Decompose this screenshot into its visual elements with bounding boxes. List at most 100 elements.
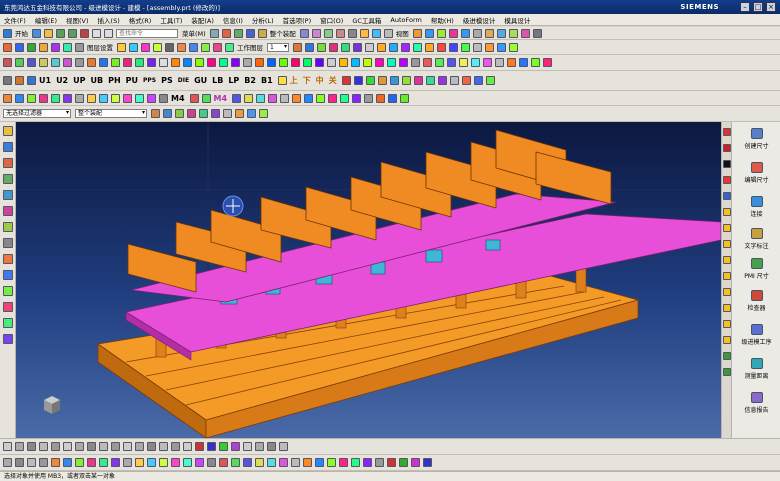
right-item-8[interactable]: 信息报告 bbox=[732, 392, 780, 414]
tree-view-icon[interactable] bbox=[485, 76, 495, 85]
bottom-mirror-icon[interactable] bbox=[111, 442, 120, 451]
bottom2-icon-17[interactable] bbox=[195, 458, 204, 467]
deselect-icon[interactable] bbox=[175, 109, 184, 118]
tab-strip-icon-15[interactable] bbox=[723, 352, 731, 360]
layer-settings-label[interactable]: 图层设置 bbox=[87, 42, 113, 52]
thread-icon[interactable] bbox=[213, 42, 222, 52]
export-icon[interactable] bbox=[497, 42, 506, 52]
bottom-circle-icon[interactable] bbox=[3, 442, 12, 451]
stamp-icon[interactable] bbox=[293, 42, 302, 52]
bottom2-icon-24[interactable] bbox=[279, 458, 288, 467]
right-item-2[interactable]: 连接 bbox=[732, 196, 780, 218]
bottom-spline-icon[interactable] bbox=[183, 442, 192, 451]
sketch-icon[interactable] bbox=[3, 42, 12, 52]
extrude-icon[interactable] bbox=[299, 28, 309, 38]
bottom2-icon-12[interactable] bbox=[135, 458, 144, 467]
strip-icon[interactable] bbox=[305, 42, 314, 52]
start-label[interactable]: 开始 bbox=[15, 28, 28, 38]
menu-analysis[interactable]: 分析(L) bbox=[252, 15, 274, 25]
move-down-button[interactable]: 下 bbox=[303, 75, 311, 86]
part-w-icon[interactable] bbox=[304, 93, 314, 103]
snap-face-icon[interactable] bbox=[259, 109, 268, 118]
menu-assembly[interactable]: 装配(A) bbox=[191, 15, 214, 25]
cylinder-icon[interactable] bbox=[371, 28, 381, 38]
roles-icon[interactable] bbox=[2, 254, 13, 264]
bottom2-icon-19[interactable] bbox=[219, 458, 228, 467]
move-icon[interactable] bbox=[75, 42, 84, 52]
reposition-icon[interactable] bbox=[39, 58, 48, 67]
plate-u2-button[interactable]: U2 bbox=[56, 76, 68, 85]
sew-icon[interactable] bbox=[327, 58, 336, 67]
plate-b2-button[interactable]: B2 bbox=[244, 76, 256, 85]
fit-icon[interactable] bbox=[436, 28, 446, 38]
tab-strip-icon-4[interactable] bbox=[723, 176, 731, 184]
zoom-icon[interactable] bbox=[448, 28, 458, 38]
bottom-project-icon[interactable] bbox=[159, 442, 168, 451]
plane-icon[interactable] bbox=[257, 28, 267, 38]
replace-face-icon[interactable] bbox=[363, 58, 372, 67]
snap-icon[interactable] bbox=[209, 28, 219, 38]
bolt-icon[interactable] bbox=[437, 42, 446, 52]
part-i-icon[interactable] bbox=[99, 93, 108, 103]
bottom-dimension-icon[interactable] bbox=[135, 442, 144, 451]
right-item-4[interactable]: PMI 尺寸 bbox=[732, 258, 780, 280]
selection-scope-select[interactable]: 整个装配 bbox=[75, 109, 147, 118]
array-component-icon[interactable] bbox=[51, 58, 60, 67]
right-item-7[interactable]: 测量距离 bbox=[732, 358, 780, 380]
pilot-icon[interactable] bbox=[377, 42, 386, 52]
flatten-icon[interactable] bbox=[447, 58, 456, 67]
bottom2-icon-5[interactable] bbox=[51, 458, 60, 467]
bottom-blue-icon[interactable] bbox=[207, 442, 216, 451]
tab-strip-icon-6[interactable] bbox=[723, 208, 731, 216]
part-z-icon[interactable] bbox=[340, 93, 350, 103]
synchronous-icon[interactable] bbox=[411, 58, 420, 67]
bottom-chamfer-icon[interactable] bbox=[99, 442, 108, 451]
plate-ub-button[interactable]: UB bbox=[90, 76, 103, 85]
form-icon[interactable] bbox=[353, 42, 362, 52]
part-ac-icon[interactable] bbox=[376, 93, 386, 103]
bottom2-icon-25[interactable] bbox=[291, 458, 300, 467]
bottom2-icon-20[interactable] bbox=[231, 458, 240, 467]
part-aa-icon[interactable] bbox=[352, 93, 362, 103]
part-x-icon[interactable] bbox=[316, 93, 326, 103]
delete-face-icon[interactable] bbox=[375, 58, 384, 67]
part-c-icon[interactable] bbox=[27, 93, 36, 103]
web-browser-icon[interactable] bbox=[2, 222, 13, 232]
transparency-icon[interactable] bbox=[135, 58, 144, 67]
bottom-intersect-icon[interactable] bbox=[171, 442, 180, 451]
part-y-icon[interactable] bbox=[328, 93, 338, 103]
bottom-pattern-icon[interactable] bbox=[123, 442, 132, 451]
right-item-0[interactable]: 创建尺寸 bbox=[732, 128, 780, 150]
plate-pps-button[interactable]: PPS bbox=[143, 77, 156, 84]
bottom2-icon-34[interactable] bbox=[399, 458, 408, 467]
part-n-icon[interactable] bbox=[159, 93, 168, 103]
mirror-icon[interactable] bbox=[63, 42, 72, 52]
menu-tools[interactable]: 工具(T) bbox=[160, 15, 182, 25]
journal-icon[interactable] bbox=[2, 302, 13, 312]
face-icon[interactable] bbox=[255, 58, 264, 67]
move-up-button[interactable]: 上 bbox=[290, 75, 298, 86]
revolve-icon[interactable] bbox=[311, 28, 321, 38]
pin-icon[interactable] bbox=[425, 42, 434, 52]
tab-strip-icon-3[interactable] bbox=[723, 160, 731, 168]
select-all-icon[interactable] bbox=[163, 109, 172, 118]
tab-strip-icon-1[interactable] bbox=[723, 128, 731, 136]
bottom-red-icon[interactable] bbox=[195, 442, 204, 451]
part-ad-icon[interactable] bbox=[388, 93, 398, 103]
boss-icon[interactable] bbox=[219, 58, 228, 67]
list-view-icon[interactable] bbox=[461, 76, 471, 85]
b2-small-icon[interactable] bbox=[437, 76, 447, 85]
layer-icon[interactable] bbox=[484, 28, 494, 38]
part-d-icon[interactable] bbox=[39, 93, 48, 103]
add-component-icon[interactable] bbox=[3, 58, 12, 67]
part-b-icon[interactable] bbox=[15, 93, 24, 103]
menu-format[interactable]: 格式(R) bbox=[129, 15, 152, 25]
u2-small-icon[interactable] bbox=[353, 76, 363, 85]
relief-icon[interactable] bbox=[543, 58, 552, 67]
tab-strip-icon-13[interactable] bbox=[723, 320, 731, 328]
part-p-icon[interactable] bbox=[201, 93, 211, 103]
wireframe-icon[interactable] bbox=[424, 28, 434, 38]
snap-point-icon[interactable] bbox=[247, 109, 256, 118]
undo-icon[interactable] bbox=[56, 28, 65, 38]
center-button[interactable]: 中 bbox=[316, 75, 324, 86]
